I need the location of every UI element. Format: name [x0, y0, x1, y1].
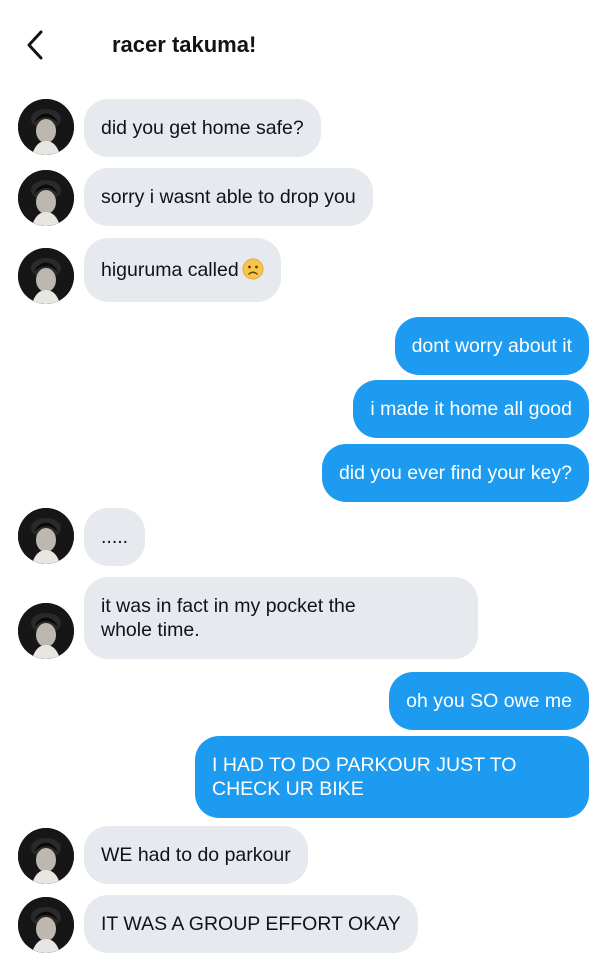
- back-button[interactable]: [22, 28, 50, 62]
- avatar[interactable]: [18, 828, 74, 884]
- chevron-left-icon: [27, 30, 43, 60]
- avatar-image: [18, 248, 74, 304]
- message-bubble-outgoing[interactable]: oh you SO owe me: [389, 672, 589, 730]
- avatar-image: [18, 508, 74, 564]
- message-bubble-outgoing[interactable]: I HAD TO DO PARKOUR JUST TO CHECK UR BIK…: [195, 736, 589, 818]
- avatar-image: [18, 897, 74, 953]
- message-bubble-incoming[interactable]: sorry i wasnt able to drop you: [84, 168, 373, 226]
- avatar[interactable]: [18, 99, 74, 155]
- avatar-image: [18, 828, 74, 884]
- avatar[interactable]: [18, 603, 74, 659]
- slightly-frowning-face-emoji: [242, 258, 264, 280]
- avatar[interactable]: [18, 508, 74, 564]
- message-bubble-outgoing[interactable]: dont worry about it: [394, 317, 589, 375]
- message-text: higuruma called: [101, 259, 239, 281]
- avatar-image: [18, 603, 74, 659]
- chat-title: racer takuma!: [112, 32, 257, 57]
- avatar[interactable]: [18, 170, 74, 226]
- message-bubble-incoming[interactable]: did you get home safe?: [84, 99, 321, 157]
- message-bubble-incoming[interactable]: IT WAS A GROUP EFFORT OKAY: [84, 895, 418, 953]
- avatar[interactable]: [18, 897, 74, 953]
- chat-header: racer takuma!: [0, 0, 608, 90]
- avatar[interactable]: [18, 248, 74, 304]
- message-bubble-incoming[interactable]: it was in fact in my pocket the whole ti…: [84, 577, 478, 659]
- message-bubble-outgoing[interactable]: i made it home all good: [353, 380, 589, 438]
- avatar-image: [18, 99, 74, 155]
- message-bubble-incoming[interactable]: WE had to do parkour: [84, 826, 308, 884]
- avatar-image: [18, 170, 74, 226]
- message-bubble-incoming[interactable]: higuruma called: [84, 238, 281, 302]
- message-bubble-outgoing[interactable]: did you ever find your key?: [321, 444, 589, 502]
- message-bubble-incoming[interactable]: .....: [84, 508, 146, 566]
